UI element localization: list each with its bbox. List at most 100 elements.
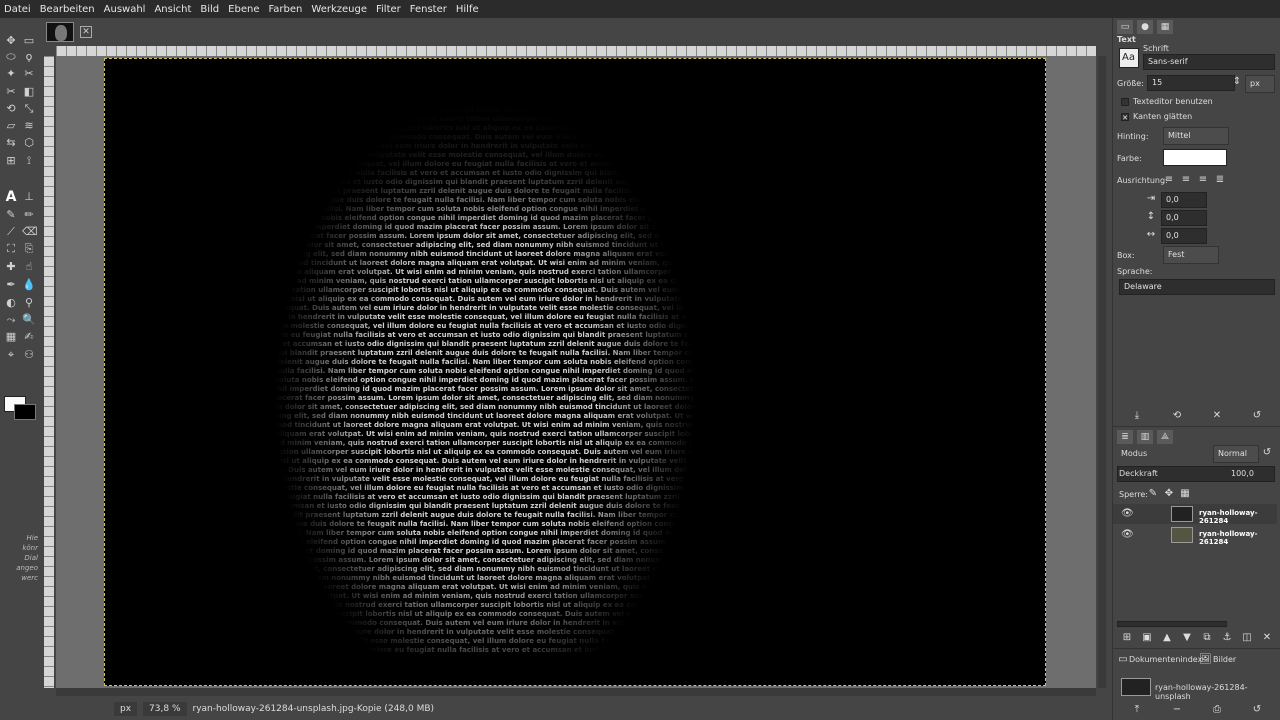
anchor-layer-icon[interactable]: ⚓	[1221, 632, 1233, 644]
unified-transform-icon[interactable]: ⊞	[4, 154, 18, 168]
canvas-area[interactable]: Lorem ipsum dolor sit amet, consectetuer…	[56, 56, 1096, 688]
new-view-icon[interactable]: −	[1171, 704, 1183, 716]
mode-select[interactable]: Normal	[1213, 445, 1259, 463]
size-unit-select[interactable]: px	[1245, 75, 1275, 93]
tab-document-index[interactable]: Dokumentenindex	[1129, 655, 1202, 664]
close-image-tab-icon[interactable]: ✕	[80, 26, 92, 38]
cage-tool-icon[interactable]: ⬡	[22, 136, 36, 150]
vertical-scrollbar[interactable]	[1098, 56, 1106, 688]
menu-hilfe[interactable]: Hilfe	[456, 4, 479, 15]
justify-center-icon[interactable]: ≡	[1197, 174, 1209, 186]
crop-tool-icon[interactable]: ✂	[4, 85, 18, 99]
layer-mask-icon[interactable]: ◫	[1241, 632, 1253, 644]
dodge-burn-tool-icon[interactable]: ◐	[4, 296, 18, 310]
tool-options-tab-icon[interactable]: ▭	[1117, 20, 1133, 34]
menu-farben[interactable]: Farben	[268, 4, 302, 15]
clone-tool-icon[interactable]: ⎘	[22, 242, 36, 256]
font-preview-icon[interactable]: Aa	[1119, 48, 1139, 68]
reset-options-icon[interactable]: ↺	[1251, 410, 1263, 422]
layers-hscrollbar[interactable]	[1117, 621, 1227, 627]
raise-layer-icon[interactable]: ▲	[1161, 632, 1173, 644]
use-editor-checkbox[interactable]	[1121, 98, 1129, 106]
menu-werkzeuge[interactable]: Werkzeuge	[311, 4, 367, 15]
smart-select-icon[interactable]: ⚇	[22, 348, 36, 362]
blur-tool-icon[interactable]: 💧	[22, 278, 36, 292]
paths-tool-icon[interactable]: ⤳	[4, 313, 18, 327]
horizontal-scrollbar[interactable]	[56, 688, 1096, 696]
menu-fenster[interactable]: Fenster	[410, 4, 447, 15]
paths-tab-icon[interactable]: ⟁	[1157, 430, 1173, 444]
indent-input[interactable]: 0,0	[1161, 192, 1207, 208]
delete-options-icon[interactable]: ✕	[1211, 410, 1223, 422]
scale-tool-icon[interactable]: ⤡	[22, 102, 36, 116]
mypaint-brush-icon[interactable]: ✍	[22, 330, 36, 344]
lock-pixels-icon[interactable]: ✎	[1147, 488, 1159, 500]
save-options-icon[interactable]: ⤓	[1131, 410, 1143, 422]
justify-right-icon[interactable]: ≡	[1180, 174, 1192, 186]
size-input[interactable]: 15	[1147, 75, 1235, 91]
language-input[interactable]: Delaware	[1119, 279, 1275, 295]
restore-options-icon[interactable]: ⟲	[1171, 410, 1183, 422]
menu-ansicht[interactable]: Ansicht	[154, 4, 191, 15]
eye-icon[interactable]: 👁	[1121, 508, 1135, 520]
image-tab-thumbnail[interactable]	[46, 22, 74, 42]
rotate-tool-icon[interactable]: ⟲	[4, 102, 18, 116]
ink-tool-icon[interactable]: ✒	[4, 278, 18, 292]
antialias-checkbox[interactable]: ✕	[1121, 113, 1129, 122]
box-select[interactable]: Fest	[1163, 246, 1219, 264]
rect-select-tool-icon[interactable]: ⬭	[4, 50, 18, 64]
zoom-select[interactable]: 73,8 %	[143, 702, 187, 716]
zoom-tool-icon[interactable]: 🔍	[22, 313, 36, 327]
lower-layer-icon[interactable]: ▼	[1181, 632, 1193, 644]
text-tool-icon[interactable]: A	[4, 190, 18, 204]
lock-alpha-icon[interactable]: ▦	[1179, 488, 1191, 500]
heal-tool-icon[interactable]: ✚	[4, 260, 18, 274]
hinting-select[interactable]: Mittel	[1163, 127, 1229, 145]
menu-bild[interactable]: Bild	[200, 4, 219, 15]
menu-bearbeiten[interactable]: Bearbeiten	[40, 4, 95, 15]
duplicate-layer-icon[interactable]: ⧉	[1201, 632, 1213, 644]
move-tool-icon[interactable]: ✥	[4, 34, 18, 48]
warp-tool-icon[interactable]: ≋	[22, 119, 36, 133]
undo-history-tab-icon[interactable]: ▦	[1157, 20, 1173, 34]
menu-auswahl[interactable]: Auswahl	[104, 4, 146, 15]
size-stepper-icon[interactable]: ⇕	[1231, 76, 1243, 88]
device-status-tab-icon[interactable]: ●	[1137, 20, 1153, 34]
layer-row[interactable]: 👁 ryan-holloway-261284	[1113, 504, 1277, 525]
foreground-select-icon[interactable]: ◧	[22, 85, 36, 99]
eraser-tool-icon[interactable]: ⌫	[22, 225, 38, 239]
unit-select[interactable]: px	[114, 702, 138, 716]
background-color-swatch[interactable]	[14, 404, 36, 420]
layer-name[interactable]: ryan-holloway-261284	[1199, 509, 1277, 525]
align-tool-icon[interactable]: ▭	[22, 34, 36, 48]
scissors-select-icon[interactable]: ✂	[22, 67, 36, 81]
raise-image-icon[interactable]: ⤒	[1131, 704, 1143, 716]
eye-icon[interactable]: 👁	[1121, 529, 1135, 541]
channels-tab-icon[interactable]: ▥	[1137, 430, 1153, 444]
menu-datei[interactable]: Datei	[4, 4, 31, 15]
menu-ebene[interactable]: Ebene	[228, 4, 259, 15]
refresh-image-icon[interactable]: ↺	[1251, 704, 1263, 716]
menu-filter[interactable]: Filter	[376, 4, 401, 15]
font-input[interactable]: Sans-serif	[1143, 54, 1275, 70]
layer-name[interactable]: ryan-holloway-261284	[1199, 530, 1277, 546]
color-picker-tool-icon[interactable]: ⚲	[22, 296, 36, 310]
flip-tool-icon[interactable]: ⇆	[4, 136, 18, 150]
delete-image-icon[interactable]: ⎙	[1211, 704, 1223, 716]
layers-tab-icon[interactable]: ≣	[1117, 430, 1133, 444]
mode-reset-icon[interactable]: ↺	[1261, 447, 1273, 459]
perspective-tool-icon[interactable]: ▱	[4, 119, 18, 133]
horizontal-ruler[interactable]	[56, 46, 1096, 56]
handle-transform-icon[interactable]: ⟟	[22, 154, 36, 168]
justify-left-icon[interactable]: ≡	[1163, 174, 1175, 186]
fuzzy-select-tool-icon[interactable]: ✦	[4, 67, 18, 81]
bucket-fill-tool-icon[interactable]: ⛶	[4, 242, 18, 256]
layer-row[interactable]: 👁 ryan-holloway-261284	[1113, 525, 1277, 546]
measure-tool-icon[interactable]: ⊥	[22, 190, 36, 204]
gradient-tool-icon[interactable]: ▦	[4, 330, 18, 344]
smudge-tool-icon[interactable]: ☝	[22, 260, 36, 274]
image-thumbnail[interactable]	[1121, 678, 1151, 696]
paintbrush-tool-icon[interactable]: ✎	[4, 208, 18, 222]
new-layer-group-icon[interactable]: ▣	[1141, 632, 1153, 644]
justify-fill-icon[interactable]: ≣	[1214, 174, 1226, 186]
